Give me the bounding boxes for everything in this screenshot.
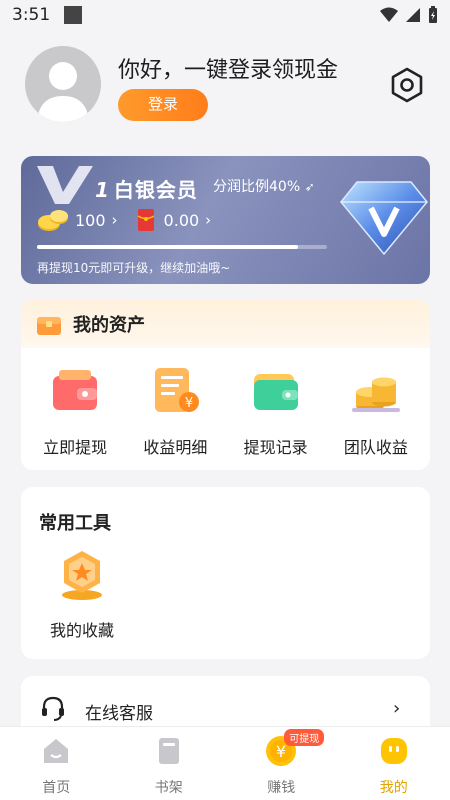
home-icon — [44, 739, 69, 763]
battery-icon — [429, 6, 437, 23]
asset-grid: 立即提现 ¥ 收益明细 提现记录 团队收益 — [21, 348, 430, 458]
asset-label: 团队收益 — [343, 438, 408, 457]
asset-label: 立即提现 — [43, 438, 108, 457]
cash-balance[interactable]: 0.00 — [164, 211, 200, 230]
spark-icon: ➶ — [304, 180, 315, 194]
asset-item-withdraw-history[interactable]: 提现记录 — [228, 362, 324, 458]
asset-label: 收益明细 — [143, 438, 208, 457]
nav-item-home[interactable]: 首页 — [11, 735, 101, 797]
customer-service-label: 在线客服 — [85, 704, 153, 724]
default-avatar-icon — [37, 62, 89, 122]
chevron-right-icon: › — [393, 698, 401, 719]
nav-item-bookshelf[interactable]: 书架 — [124, 735, 214, 797]
vip-level: 1 白银会员 — [95, 174, 198, 203]
tool-item-favorites[interactable]: 我的收藏 — [37, 547, 127, 641]
signal-icon — [406, 8, 420, 22]
asset-label: 提现记录 — [243, 438, 308, 457]
settings-icon[interactable] — [388, 66, 426, 104]
status-time: 3:51 — [12, 5, 51, 25]
nav-item-earn[interactable]: 可提现 ¥ 赚钱 — [236, 729, 326, 797]
wifi-icon — [380, 7, 398, 22]
smile-face-icon — [380, 738, 407, 764]
vip-level-number: 1 — [95, 178, 110, 202]
login-button[interactable]: 登录 — [118, 89, 208, 121]
withdrawable-badge: 可提现 — [284, 729, 325, 746]
nav-label: 我的 — [379, 780, 408, 796]
svg-text:¥: ¥ — [185, 396, 193, 411]
assets-header: 我的资产 — [21, 300, 430, 348]
gold-coins-icon — [38, 210, 68, 231]
avatar[interactable] — [25, 46, 101, 122]
treasure-box-icon — [37, 317, 61, 335]
upgrade-tip: 再提现10元即可升级，继续加油哦~ — [37, 261, 231, 275]
receipt-icon: ¥ — [155, 368, 200, 412]
coin-stack-icon — [351, 377, 400, 412]
vip-ratio: 分润比例40% ➶ — [213, 176, 315, 196]
tool-label: 我的收藏 — [49, 621, 114, 640]
star-badge-icon — [62, 551, 102, 600]
nav-item-mine[interactable]: 我的 — [349, 735, 439, 797]
assets-section: 我的资产 立即提现 ¥ 收益明细 提现记录 团队收益 — [21, 300, 430, 470]
greeting-text: 你好，一键登录领现金 — [118, 58, 339, 83]
vip-stats: 100 › 0.00 › — [37, 208, 211, 232]
tools-section: 常用工具 我的收藏 — [21, 487, 430, 659]
notification-icon — [64, 6, 83, 24]
purse-icon — [253, 374, 298, 410]
chevron-right-icon: › — [205, 211, 212, 229]
coin-balance[interactable]: 100 — [75, 211, 106, 230]
profile-header: 你好，一键登录领现金 登录 — [0, 40, 450, 140]
svg-text:¥: ¥ — [276, 742, 286, 761]
status-bar: 3:51 — [0, 0, 450, 30]
wallet-icon — [53, 370, 98, 410]
vip-ratio-label: 分润比例40% — [213, 179, 301, 195]
nav-label: 书架 — [154, 780, 183, 796]
nav-label: 赚钱 — [267, 780, 296, 796]
vip-level-label: 白银会员 — [113, 178, 198, 202]
asset-item-team-earnings[interactable]: 团队收益 — [328, 362, 424, 458]
vip-v-logo-icon — [37, 166, 93, 204]
diamond-icon — [340, 181, 428, 256]
red-envelope-icon — [137, 209, 154, 231]
bottom-nav: 首页 书架 可提现 ¥ 赚钱 我的 — [0, 726, 450, 800]
vip-card[interactable]: 1 白银会员 分润比例40% ➶ 100 › 0.00 › 再提现10元即可升级，… — [21, 156, 430, 284]
asset-item-earnings[interactable]: ¥ 收益明细 — [127, 362, 223, 458]
asset-item-withdraw[interactable]: 立即提现 — [27, 362, 123, 458]
book-icon — [158, 738, 179, 764]
assets-title: 我的资产 — [73, 315, 145, 336]
chevron-right-icon: › — [111, 211, 118, 229]
tools-title: 常用工具 — [39, 513, 111, 534]
upgrade-progress — [37, 245, 327, 249]
status-icons — [380, 6, 438, 24]
headset-icon — [42, 696, 64, 721]
upgrade-progress-fill — [37, 245, 298, 249]
nav-label: 首页 — [42, 780, 71, 796]
